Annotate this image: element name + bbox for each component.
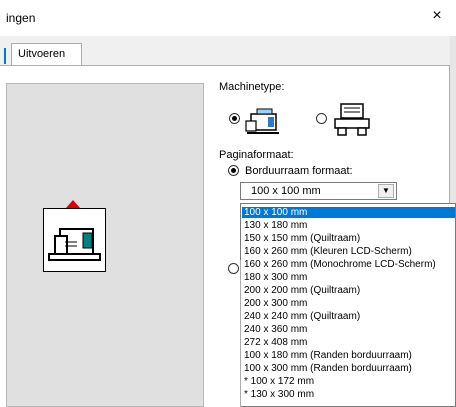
dropdown-option[interactable]: 200 x 300 mm xyxy=(242,298,455,309)
tab-label: Uitvoeren xyxy=(18,48,66,60)
dropdown-option[interactable]: * 100 x 172 mm xyxy=(242,376,455,387)
dropdown-option[interactable]: 100 x 100 mm xyxy=(242,207,455,218)
dropdown-option[interactable]: 130 x 180 mm xyxy=(242,220,455,231)
dropdown-option[interactable]: 160 x 260 mm (Monochrome LCD-Scherm) xyxy=(242,259,455,270)
custom-page-radio[interactable] xyxy=(228,263,239,274)
machine-type-label: Machinetype: xyxy=(219,81,285,93)
chevron-down-icon[interactable]: ▼ xyxy=(378,184,394,198)
embroidery-machine-preview-icon xyxy=(48,228,101,261)
tab-previous-edge[interactable] xyxy=(4,48,6,64)
dropdown-option[interactable]: 150 x 150 mm (Quiltraam) xyxy=(242,233,455,244)
dropdown-option[interactable]: 100 x 180 mm (Randen borduurraam) xyxy=(242,350,455,361)
tab-uitvoeren[interactable]: Uitvoeren xyxy=(11,43,82,65)
machine-type-multi-needle-radio[interactable] xyxy=(316,113,327,124)
dropdown-option[interactable]: 160 x 260 mm (Kleuren LCD-Scherm) xyxy=(242,246,455,257)
hoop-size-dropdown-list[interactable]: 100 x 100 mm 130 x 180 mm 150 x 150 mm (… xyxy=(240,203,456,407)
dropdown-option[interactable]: 240 x 240 mm (Quiltraam) xyxy=(242,311,455,322)
hoop-direction-icon xyxy=(66,200,80,208)
window-title: ingen xyxy=(6,11,36,25)
machine-type-embroidery-radio[interactable] xyxy=(229,113,240,124)
close-icon[interactable]: × xyxy=(427,6,447,26)
dropdown-option[interactable]: 180 x 300 mm xyxy=(242,272,455,283)
embroidery-machine-icon[interactable] xyxy=(243,106,282,136)
multi-needle-machine-icon[interactable] xyxy=(331,100,373,139)
dropdown-option[interactable]: 240 x 360 mm xyxy=(242,324,455,335)
dropdown-option[interactable]: 272 x 408 mm xyxy=(242,337,455,348)
dropdown-option[interactable]: * 130 x 300 mm xyxy=(242,389,455,400)
hoop-size-label: Borduurraam formaat: xyxy=(245,165,353,177)
hoop-size-radio[interactable] xyxy=(228,165,239,176)
page-size-label: Paginaformaat: xyxy=(219,149,294,161)
panel-divider xyxy=(240,260,241,407)
hoop-size-select-value: 100 x 100 mm xyxy=(251,185,321,197)
title-bar: ingen × xyxy=(0,0,456,36)
dropdown-option[interactable]: 200 x 200 mm (Quiltraam) xyxy=(242,285,455,296)
hoop-size-select[interactable]: 100 x 100 mm ▼ xyxy=(240,182,397,200)
dropdown-option[interactable]: 100 x 300 mm (Randen borduurraam) xyxy=(242,363,455,374)
